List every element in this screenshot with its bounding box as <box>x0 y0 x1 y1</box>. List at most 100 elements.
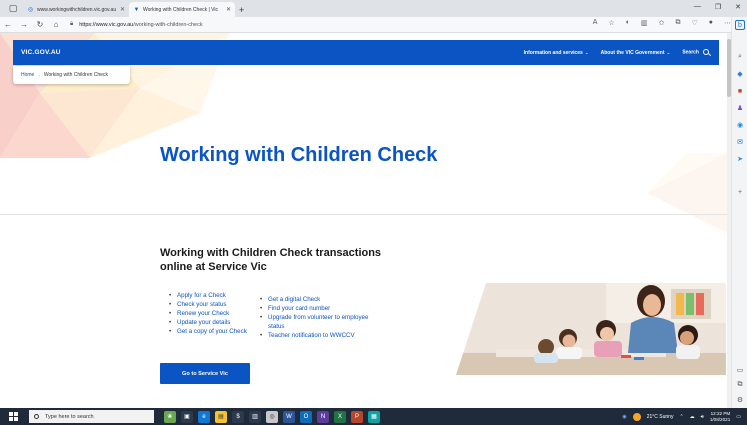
sidebar-search-icon[interactable]: ⌕ <box>735 52 745 62</box>
decorative-triangles-right <box>647 153 727 233</box>
sidebar-layout-icon[interactable]: ▭ <box>735 365 745 375</box>
section-divider <box>0 214 727 215</box>
page-favicon-icon: ◎ <box>27 7 34 13</box>
copilot-icon[interactable]: b <box>735 20 745 30</box>
link-update[interactable]: Update your details <box>177 319 230 326</box>
breadcrumb-home[interactable]: Home <box>21 72 34 78</box>
performance-icon[interactable]: ♡ <box>691 19 697 27</box>
edge-browser-icon[interactable]: e <box>198 410 210 423</box>
collections-icon[interactable]: ⧉ <box>675 19 680 27</box>
list-item: Find your card number <box>260 304 385 313</box>
weather-text[interactable]: 21°C Sunny <box>647 414 674 420</box>
sidebar-shopping-icon[interactable]: ◆ <box>735 69 745 79</box>
home-icon[interactable]: ⌂ <box>48 20 64 29</box>
store-app-icon[interactable]: ▦ <box>368 410 380 423</box>
list-item: Get a copy of your Check <box>169 327 249 336</box>
link-copy[interactable]: Get a copy of your Check <box>177 328 247 335</box>
breadcrumb: Home › Working with Children Check <box>13 66 130 84</box>
taskbar-search-input[interactable]: Type here to search <box>29 410 154 423</box>
page-scrollbar[interactable] <box>727 33 731 408</box>
more-menu-icon[interactable]: ⋯ <box>724 19 731 27</box>
tray-chevron-icon[interactable]: ⌃ <box>679 414 683 420</box>
onenote-app-icon[interactable]: N <box>317 410 329 423</box>
sidebar-add-icon[interactable]: + <box>735 187 745 197</box>
sidebar-open-icon[interactable]: ⧉ <box>735 380 745 390</box>
new-tab-icon[interactable]: + <box>239 5 244 15</box>
site-header: VIC.GOV.AU Information and services ⌄ Abo… <box>13 40 719 65</box>
sidebar-m365-icon[interactable]: ◉ <box>735 120 745 130</box>
list-item: Get a digital Check <box>260 295 385 304</box>
close-window-icon[interactable]: ✕ <box>735 3 741 11</box>
close-tab-icon[interactable]: ✕ <box>120 6 125 13</box>
window-controls: — ❐ ✕ <box>694 3 741 11</box>
sidebar-tools-icon[interactable]: ■ <box>735 86 745 96</box>
scrollbar-thumb[interactable] <box>727 39 731 97</box>
chrome-app-icon[interactable]: ◎ <box>266 410 278 423</box>
powerpoint-app-icon[interactable]: P <box>351 410 363 423</box>
sidebar-outlook-icon[interactable]: ✉ <box>735 137 745 147</box>
minimize-icon[interactable]: — <box>694 3 701 11</box>
sidebar-send-icon[interactable]: ➤ <box>735 154 745 164</box>
search-icon <box>34 414 39 419</box>
profile-icon[interactable]: ● <box>709 19 713 27</box>
link-renew[interactable]: Renew your Check <box>177 310 229 317</box>
people-icon[interactable]: ◉ <box>622 414 626 420</box>
chevron-right-icon: › <box>38 72 40 78</box>
list-item: Update your details <box>169 318 249 327</box>
nav-search[interactable]: Search <box>682 49 709 56</box>
favorites-icon[interactable]: ✩ <box>659 19 665 27</box>
taskbar-clock[interactable]: 12:22 PM 1/08/2021 <box>710 411 730 423</box>
dollar-app-icon[interactable]: $ <box>232 410 244 423</box>
windows-start-icon[interactable] <box>6 409 21 424</box>
nav-information-services[interactable]: Information and services ⌄ <box>524 50 589 56</box>
link-status[interactable]: Check your status <box>177 301 227 308</box>
nav-label: About the VIC Government <box>600 49 665 56</box>
favorite-star-icon[interactable]: ☆ <box>608 19 614 27</box>
task-view-icon[interactable]: ▣ <box>181 410 193 423</box>
maximize-icon[interactable]: ❐ <box>715 3 721 11</box>
sidebar-settings-icon[interactable]: ⚙ <box>735 395 745 405</box>
news-widget-icon[interactable]: ❀ <box>164 410 176 423</box>
chevron-down-icon: ⌄ <box>584 49 589 55</box>
clock-time: 12:22 PM <box>710 410 731 416</box>
teams-app-icon[interactable]: ▥ <box>249 410 261 423</box>
link-digital-check[interactable]: Get a digital Check <box>268 296 320 303</box>
volume-icon[interactable]: 🔊︎ <box>701 414 704 420</box>
url-path: /working-with-children-check <box>133 21 203 28</box>
address-bar-row: ← → ↻ ⌂ 🔒︎ https://www.vic.gov.au/workin… <box>0 17 747 33</box>
network-icon[interactable]: ☁ <box>690 414 695 420</box>
link-teacher-notification[interactable]: Teacher notification to WWCCV <box>268 332 355 339</box>
taskbar-apps: ❀ ▣ e ▤ $ ▥ ◎ W O N X P ▦ <box>164 410 380 423</box>
close-tab-icon[interactable]: ✕ <box>226 6 231 13</box>
notifications-icon[interactable]: ▭ <box>736 414 741 420</box>
search-label: Search <box>682 49 699 56</box>
transactions-list-right: Get a digital Check Find your card numbe… <box>260 295 385 340</box>
split-screen-icon[interactable]: ▥ <box>641 19 648 27</box>
forward-icon[interactable]: → <box>16 20 32 29</box>
link-upgrade[interactable]: Upgrade from volunteer to employee statu… <box>268 314 368 330</box>
browser-tab-active[interactable]: ▼ Working with Children Check | Vic ✕ <box>129 2 235 17</box>
word-app-icon[interactable]: W <box>283 410 295 423</box>
tab-actions-icon[interactable]: ▢ <box>6 1 20 15</box>
list-item: Apply for a Check <box>169 291 249 300</box>
list-item: Teacher notification to WWCCV <box>260 331 385 340</box>
url-host: https://www.vic.gov.au <box>79 21 134 28</box>
back-icon[interactable]: ← <box>0 20 16 29</box>
search-icon <box>703 49 709 56</box>
refresh-icon[interactable]: ↻ <box>32 20 48 29</box>
web-page: VIC.GOV.AU Information and services ⌄ Abo… <box>0 33 727 408</box>
excel-app-icon[interactable]: X <box>334 410 346 423</box>
read-aloud-icon[interactable]: A <box>593 19 598 27</box>
link-apply[interactable]: Apply for a Check <box>177 292 226 299</box>
nav-about-government[interactable]: About the VIC Government ⌄ <box>601 50 671 56</box>
url-field[interactable]: 🔒︎ https://www.vic.gov.au/working-with-c… <box>70 19 550 31</box>
outlook-app-icon[interactable]: O <box>300 410 312 423</box>
go-to-service-vic-button[interactable]: Go to Service Vic <box>160 363 250 384</box>
system-tray: ◉ 21°C Sunny ⌃ ☁ 🔊︎ 12:22 PM 1/08/2021 ▭ <box>622 408 741 425</box>
sidebar-games-icon[interactable]: ♟ <box>735 103 745 113</box>
site-logo[interactable]: VIC.GOV.AU <box>21 49 61 56</box>
browser-tab[interactable]: ◎ www.workingwithchildren.vic.gov.au ✕ <box>23 2 129 17</box>
link-card-number[interactable]: Find your card number <box>268 305 330 312</box>
file-explorer-icon[interactable]: ▤ <box>215 410 227 423</box>
extension-icon[interactable]: ◐ <box>626 19 630 27</box>
